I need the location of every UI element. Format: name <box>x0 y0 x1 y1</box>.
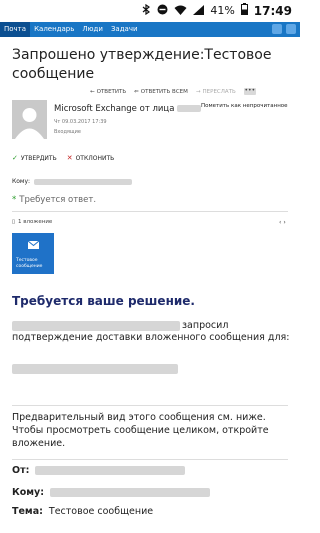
redacted-recipient <box>34 178 133 185</box>
app-nav: Почта Календарь Люди Задачи <box>0 22 300 37</box>
reply-button[interactable]: ← ОТВЕТИТЬ <box>90 89 126 95</box>
message-subject: Запрошено утверждение:Тестовое сообщение <box>12 47 272 82</box>
settings-icon[interactable] <box>286 24 296 34</box>
do-not-disturb-icon <box>157 4 168 18</box>
reject-label: ОТКЛОНИТЬ <box>75 154 115 162</box>
person-icon <box>15 108 44 139</box>
attachments-count: 1 вложение <box>18 219 53 225</box>
check-icon: ✓ <box>12 154 18 162</box>
recipients-row: Кому: <box>12 178 133 185</box>
to-row: Кому: <box>12 487 211 498</box>
nav-icons <box>272 24 296 34</box>
approve-button[interactable]: ✓ УТВЕРДИТЬ <box>12 154 57 162</box>
redacted-to <box>50 488 211 497</box>
reply-all-button[interactable]: ⇐ ОТВЕТИТЬ ВСЕМ <box>134 89 188 95</box>
topic-value: Тестовое сообщение <box>48 506 154 517</box>
folder-label: Входящие <box>54 129 81 135</box>
info-bullet-icon: * <box>12 195 17 205</box>
nav-item-tasks[interactable]: Задачи <box>107 22 142 37</box>
reply-label: ОТВЕТИТЬ <box>96 88 127 95</box>
sender-line[interactable]: Microsoft Exchange от лица <box>54 104 202 114</box>
status-bar: 41% 17:49 <box>0 0 300 22</box>
response-required: * Требуется ответ. <box>12 195 96 205</box>
skype-icon[interactable] <box>272 24 282 34</box>
attachment-tile[interactable]: Тестовое сообщение <box>12 233 54 274</box>
topic-label: Тема: <box>12 506 43 517</box>
redacted-requester <box>12 321 180 331</box>
divider <box>12 211 288 212</box>
to-label: Кому: <box>12 178 31 185</box>
sender-prefix: Microsoft Exchange от лица <box>54 104 175 114</box>
approve-label: УТВЕРДИТЬ <box>20 154 57 162</box>
battery-icon <box>240 3 248 18</box>
forward-button[interactable]: → ПЕРЕСЛАТЬ <box>196 89 236 95</box>
redacted-recipient-address <box>12 364 178 374</box>
redacted-from <box>35 466 186 475</box>
bluetooth-icon <box>142 3 151 18</box>
nav-item-mail[interactable]: Почта <box>0 22 31 37</box>
nav-item-people[interactable]: Люди <box>78 22 107 37</box>
wifi-icon <box>174 4 187 18</box>
topic-row: Тема: Тестовое сообщение <box>12 506 153 517</box>
message-actions: ← ОТВЕТИТЬ ⇐ ОТВЕТИТЬ ВСЕМ → ПЕРЕСЛАТЬ •… <box>90 88 256 95</box>
status-icons: 41% 17:49 <box>142 3 292 18</box>
from-row: От: <box>12 465 186 476</box>
preview-note: Предварительный вид этого сообщения см. … <box>12 412 269 449</box>
redacted-sender <box>177 105 202 112</box>
battery-percent: 41% <box>210 4 235 17</box>
body-line-2: подтверждение доставки вложенного сообще… <box>12 332 290 343</box>
to-label-2: Кому: <box>12 487 45 498</box>
forward-label: ПЕРЕСЛАТЬ <box>202 88 236 95</box>
decision-heading: Требуется ваше решение. <box>12 294 195 308</box>
more-actions-button[interactable]: ••• <box>243 88 256 95</box>
envelope-icon <box>28 241 39 249</box>
divider <box>12 459 288 460</box>
divider <box>12 405 288 406</box>
approval-buttons: ✓ УТВЕРДИТЬ ✕ ОТКЛОНИТЬ <box>12 154 114 162</box>
body-line-1: запросил <box>12 320 228 332</box>
mark-unread-link[interactable]: Пометить как непрочитанное <box>201 103 288 109</box>
attachments-header: ▯ 1 вложение <box>12 219 52 225</box>
cross-icon: ✕ <box>66 154 73 162</box>
clock: 17:49 <box>253 3 292 18</box>
from-label: От: <box>12 465 30 476</box>
reply-all-label: ОТВЕТИТЬ ВСЕМ <box>140 88 188 95</box>
nav-item-calendar[interactable]: Календарь <box>30 22 78 37</box>
attachment-name: Тестовое сообщение <box>16 258 43 269</box>
body-line-1-text: запросил <box>182 320 229 331</box>
response-required-text: Требуется ответ. <box>19 195 97 205</box>
attachments-pager[interactable]: ‹› <box>279 219 288 226</box>
signal-icon <box>193 4 205 18</box>
forward-icon: → <box>195 88 201 95</box>
reply-icon: ← <box>90 88 95 95</box>
paperclip-icon: ▯ <box>12 219 16 225</box>
avatar <box>12 100 47 139</box>
reject-button[interactable]: ✕ ОТКЛОНИТЬ <box>67 154 115 162</box>
sent-date: Чт 09.03.2017 17:39 <box>54 119 107 125</box>
reply-all-icon: ⇐ <box>134 88 139 95</box>
